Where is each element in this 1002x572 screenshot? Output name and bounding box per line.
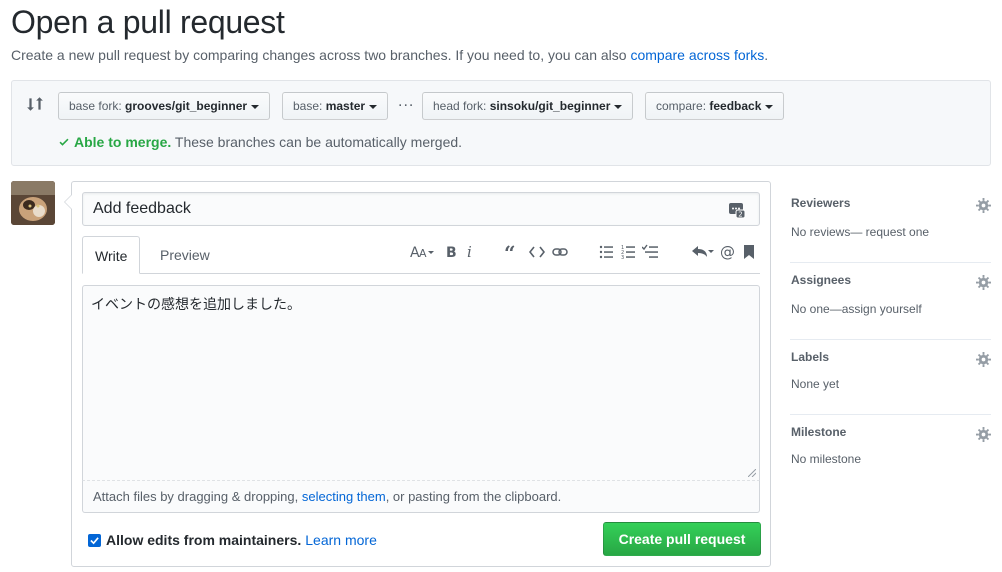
gear-icon[interactable] bbox=[976, 198, 991, 213]
resize-grip-icon[interactable] bbox=[748, 469, 756, 477]
pull-request-form: Add feedback 2 Write Preview A A B i “ 1… bbox=[64, 181, 772, 567]
reply-icon bbox=[692, 246, 714, 257]
pr-body-text: イベントの感想を追加しました。 bbox=[91, 297, 301, 313]
compare-label: compare: bbox=[656, 99, 707, 113]
bulleted-list-icon bbox=[599, 245, 613, 259]
assignees-value: No one—assign yourself bbox=[791, 302, 922, 316]
italic-button[interactable]: i bbox=[466, 242, 476, 262]
base-label: base: bbox=[293, 99, 323, 113]
merge-status-text: These branches can be automatically merg… bbox=[171, 134, 463, 150]
svg-text:2: 2 bbox=[738, 211, 742, 219]
merge-status-ok: Able to merge. bbox=[74, 134, 172, 150]
reviewers-heading[interactable]: Reviewers bbox=[791, 196, 850, 210]
pr-body-textarea[interactable]: イベントの感想を追加しました。 bbox=[82, 285, 760, 481]
attach-suffix: , or pasting from the clipboard. bbox=[385, 489, 562, 504]
merge-status: Able to merge. These branches can be aut… bbox=[58, 134, 462, 150]
allow-edits-option: Allow edits from maintainers. Learn more bbox=[88, 532, 377, 548]
sidebar-reviewers: Reviewers No reviews— request one bbox=[790, 186, 991, 263]
text-size-icon: A A bbox=[410, 245, 434, 261]
saved-replies-icon: 2 bbox=[729, 203, 746, 219]
page-subtitle: Create a new pull request by comparing c… bbox=[11, 47, 768, 63]
head-fork-value: sinsoku/git_beginner bbox=[489, 99, 611, 113]
pr-title-input[interactable]: Add feedback bbox=[82, 192, 760, 226]
markdown-toolbar: A A B i “ 123 @ bbox=[72, 242, 772, 262]
labels-value: None yet bbox=[791, 377, 840, 391]
compare-across-forks-link[interactable]: compare across forks bbox=[630, 47, 764, 63]
milestone-value: No milestone bbox=[791, 452, 862, 466]
sidebar-assignees: Assignees No one—assign yourself bbox=[790, 263, 991, 340]
range-ellipsis: ... bbox=[398, 93, 415, 110]
task-list-button[interactable] bbox=[642, 242, 658, 262]
base-branch-select[interactable]: base: master bbox=[282, 92, 389, 120]
numbered-list-button[interactable]: 123 bbox=[621, 242, 635, 262]
bold-button[interactable]: B bbox=[445, 242, 457, 262]
tabs-divider bbox=[82, 273, 760, 274]
reviewers-value: No reviews— request one bbox=[791, 225, 930, 239]
base-fork-value: grooves/git_beginner bbox=[125, 99, 248, 113]
avatar-cat-image bbox=[11, 181, 55, 225]
svg-text:3: 3 bbox=[621, 255, 624, 261]
head-fork-select[interactable]: head fork: sinsoku/git_beginner bbox=[422, 92, 634, 120]
attach-text: Attach files by dragging & dropping, bbox=[93, 489, 302, 504]
attach-files-bar[interactable]: Attach files by dragging & dropping, sel… bbox=[82, 481, 760, 513]
tab-write[interactable]: Write bbox=[82, 236, 141, 274]
branch-range-editor: base fork: grooves/git_beginner base: ma… bbox=[11, 80, 991, 166]
numbered-list-icon: 123 bbox=[621, 245, 635, 261]
learn-more-link[interactable]: Learn more bbox=[305, 532, 377, 548]
caret-down-icon bbox=[369, 104, 378, 109]
bookmark-icon bbox=[744, 245, 754, 259]
italic-icon: i bbox=[467, 243, 472, 261]
create-pull-request-button[interactable]: Create pull request bbox=[603, 522, 761, 556]
avatar[interactable] bbox=[11, 181, 55, 225]
checkmark-icon bbox=[90, 536, 99, 544]
compare-branch-select[interactable]: compare: feedback bbox=[645, 92, 785, 120]
gear-icon[interactable] bbox=[976, 275, 991, 290]
link-icon bbox=[552, 248, 568, 256]
selecting-them-link[interactable]: selecting them bbox=[302, 489, 386, 504]
svg-text:“: “ bbox=[504, 242, 516, 262]
mention-icon: @ bbox=[720, 243, 735, 261]
gear-icon[interactable] bbox=[976, 352, 991, 367]
subtitle-text: Create a new pull request by comparing c… bbox=[11, 47, 631, 63]
svg-text:B: B bbox=[446, 245, 457, 261]
check-icon bbox=[59, 138, 69, 146]
bold-icon: B bbox=[446, 245, 457, 261]
svg-text:A: A bbox=[419, 247, 427, 260]
allow-edits-checkbox[interactable] bbox=[88, 533, 101, 547]
assignees-heading[interactable]: Assignees bbox=[791, 273, 851, 287]
allow-edits-label: Allow edits from maintainers. bbox=[106, 532, 302, 548]
sidebar-milestone: Milestone No milestone bbox=[790, 415, 991, 492]
labels-heading[interactable]: Labels bbox=[791, 350, 829, 364]
compare-arrows-icon bbox=[27, 97, 43, 111]
caret-down-icon bbox=[614, 104, 623, 109]
caret-down-icon bbox=[251, 104, 260, 109]
head-fork-label: head fork: bbox=[433, 99, 487, 113]
bulleted-list-button[interactable] bbox=[599, 242, 613, 262]
svg-text:i: i bbox=[467, 243, 472, 261]
reply-button[interactable] bbox=[691, 242, 715, 262]
base-value: master bbox=[325, 99, 366, 113]
code-icon bbox=[529, 246, 545, 258]
milestone-heading[interactable]: Milestone bbox=[791, 425, 846, 439]
code-button[interactable] bbox=[529, 242, 545, 262]
link-button[interactable] bbox=[552, 242, 568, 262]
task-list-icon bbox=[642, 244, 658, 258]
base-fork-label: base fork: bbox=[69, 99, 122, 113]
bookmark-button[interactable] bbox=[743, 242, 755, 262]
quote-button[interactable]: “ bbox=[504, 242, 520, 262]
base-fork-select[interactable]: base fork: grooves/git_beginner bbox=[58, 92, 271, 120]
page-title: Open a pull request bbox=[11, 4, 285, 40]
subtitle-suffix: . bbox=[764, 47, 769, 63]
gear-icon[interactable] bbox=[976, 427, 991, 442]
quote-icon: “ bbox=[504, 242, 516, 262]
text-size-button[interactable]: A A bbox=[410, 242, 436, 262]
mention-button[interactable]: @ bbox=[720, 242, 736, 262]
compare-value: feedback bbox=[709, 99, 762, 113]
sidebar-labels: Labels None yet bbox=[790, 340, 991, 415]
svg-text:@: @ bbox=[720, 243, 735, 261]
caret-down-icon bbox=[765, 104, 774, 109]
